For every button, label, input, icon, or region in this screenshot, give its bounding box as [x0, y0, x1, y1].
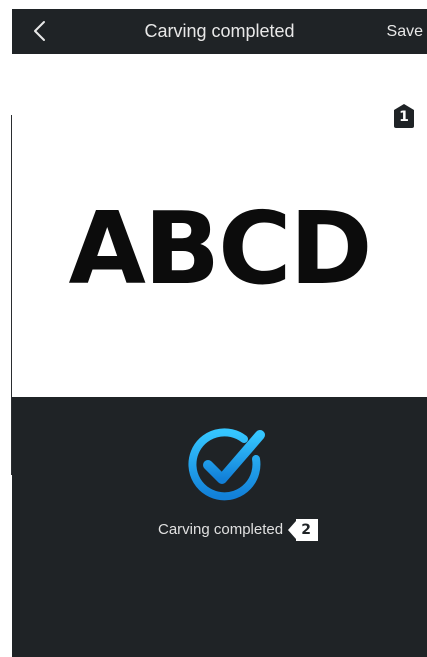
status-message: Carving completed: [158, 521, 284, 538]
save-button[interactable]: Save: [387, 9, 423, 54]
status-panel: Carving completed 2: [12, 397, 427, 657]
check-circle-icon: [182, 425, 270, 503]
status-row: Carving completed 2: [158, 517, 319, 543]
carved-text-preview: ABCD: [68, 190, 372, 307]
callout-number-1: 1: [399, 109, 409, 125]
app-screen: Carving completed Save 1 ABCD Carving co…: [12, 9, 427, 657]
navigation-bar: Carving completed Save: [12, 9, 427, 54]
callout-marker-1: 1: [394, 104, 414, 128]
carving-preview: 1 ABCD: [12, 54, 427, 397]
callout-number-2: 2: [301, 522, 311, 538]
callout-marker-2: 2: [288, 519, 319, 541]
page-title: Carving completed: [144, 21, 295, 41]
